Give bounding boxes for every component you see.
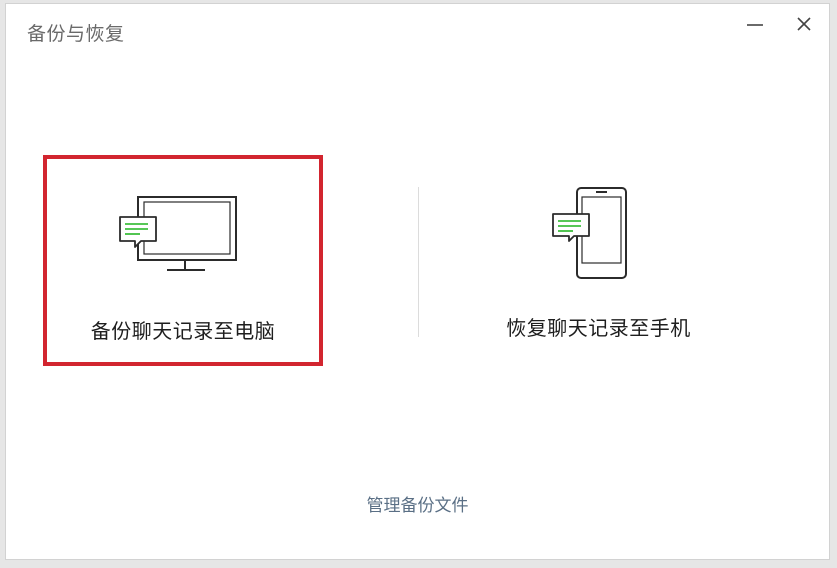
close-button[interactable] (791, 12, 817, 38)
minimize-icon (747, 24, 763, 26)
minimize-button[interactable] (742, 12, 768, 38)
options-divider (418, 187, 419, 337)
manage-backup-files-link[interactable]: 管理备份文件 (6, 491, 829, 516)
window-title: 备份与恢复 (27, 23, 125, 45)
backup-restore-window: 备份与恢复 备份聊天记录至电脑 恢复聊天记录至手机 管理备份文件 (5, 3, 830, 560)
monitor-chat-icon (119, 196, 237, 271)
restore-to-phone-option[interactable]: 恢复聊天记录至手机 (436, 155, 761, 366)
backup-to-pc-option[interactable]: 备份聊天记录至电脑 (43, 155, 323, 366)
phone-chat-icon (552, 187, 627, 279)
backup-to-pc-label: 备份聊天记录至电脑 (90, 319, 276, 343)
restore-to-phone-label: 恢复聊天记录至手机 (506, 316, 691, 340)
close-icon (797, 17, 811, 31)
